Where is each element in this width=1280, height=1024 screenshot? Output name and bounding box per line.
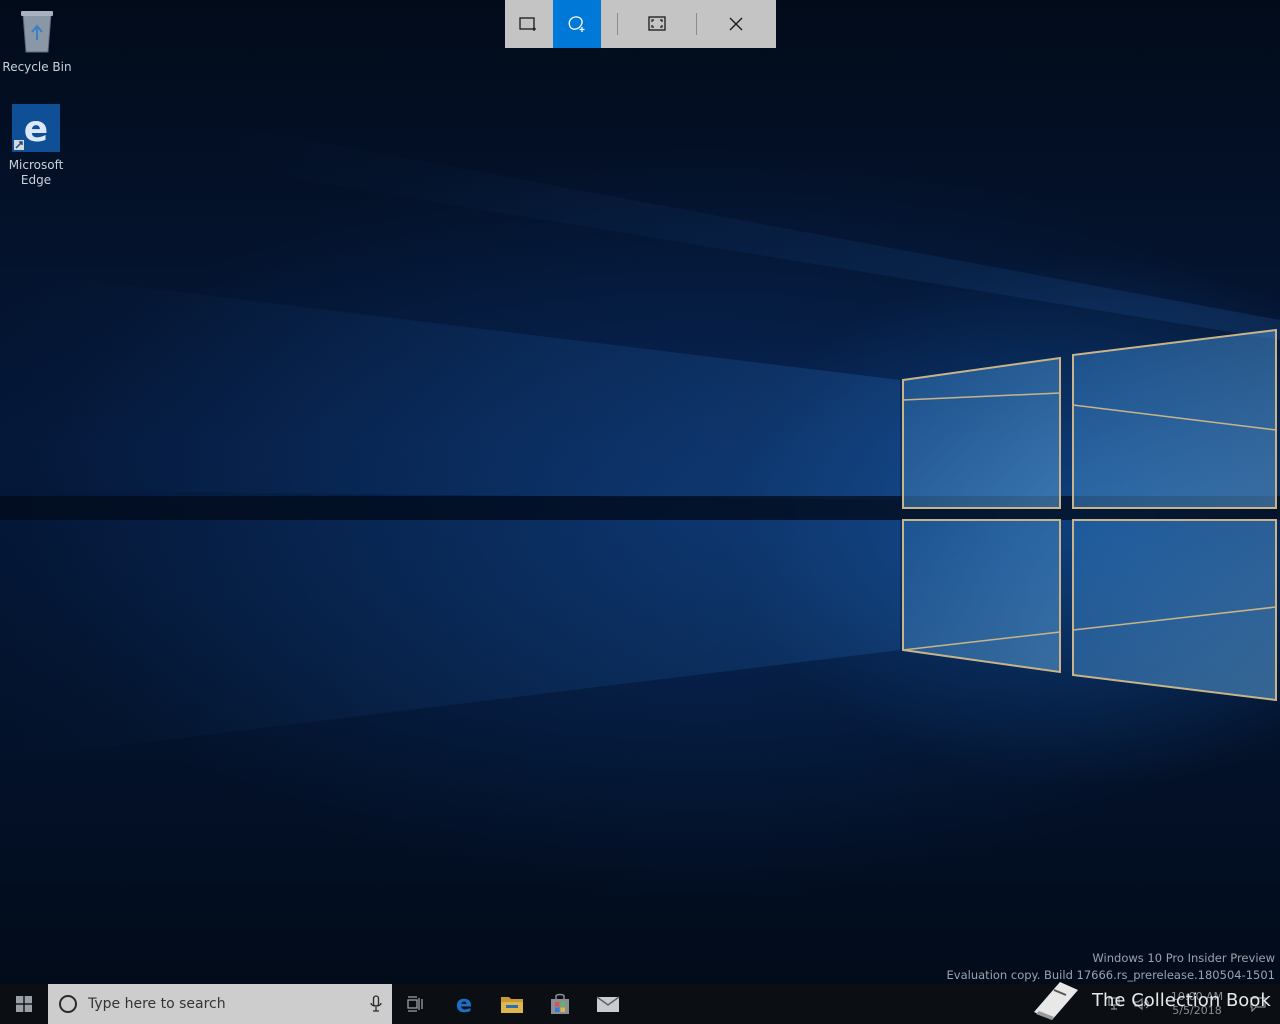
windows-logo-icon [16,996,32,1012]
recycle-bin-icon [1,8,73,58]
edge-icon: e [0,104,72,156]
task-view-button[interactable] [392,984,440,1024]
microsoft-edge-shortcut[interactable]: e Microsoft Edge [0,104,72,188]
microsoft-edge-label: Microsoft Edge [8,158,64,187]
fullscreen-snip-button[interactable] [618,0,696,48]
fullscreen-snip-icon [648,16,666,31]
close-icon [729,17,743,31]
start-button[interactable] [0,984,48,1024]
edge-taskbar-button[interactable]: e [440,984,488,1024]
wallpaper [0,120,1280,760]
close-snip-button[interactable] [697,0,775,48]
freeform-snip-button[interactable] [553,0,601,48]
microphone-icon[interactable] [370,995,382,1013]
search-placeholder: Type here to search [88,996,226,1012]
edge-icon: e [456,992,472,1016]
task-view-icon [407,996,423,1012]
freeform-snip-icon [568,16,585,32]
svg-text:e: e [24,109,48,150]
desktop[interactable]: Recycle Bin e Microsoft Edge Windows 10 … [0,0,1280,984]
file-explorer-button[interactable] [488,984,536,1024]
mail-button[interactable] [584,984,632,1024]
rectangular-snip-button[interactable] [505,0,553,48]
book-logo-icon [1034,982,1078,1020]
watermark-line-edition: Windows 10 Pro Insider Preview [1092,951,1275,965]
mail-icon [596,996,620,1012]
store-icon [551,993,569,1014]
snip-toolbar [505,0,776,48]
store-button[interactable] [536,984,584,1024]
cortana-icon [59,995,77,1013]
rectangular-snip-icon [519,17,536,31]
svg-text:e: e [456,992,472,1016]
search-box[interactable]: Type here to search [48,984,392,1024]
recycle-bin-label: Recycle Bin [2,60,72,74]
recycle-bin-shortcut[interactable]: Recycle Bin [1,8,73,75]
brand-overlay: The Collection Book [1030,976,1271,1024]
file-explorer-icon [501,997,523,1013]
brand-text: The Collection Book [1092,989,1271,1011]
